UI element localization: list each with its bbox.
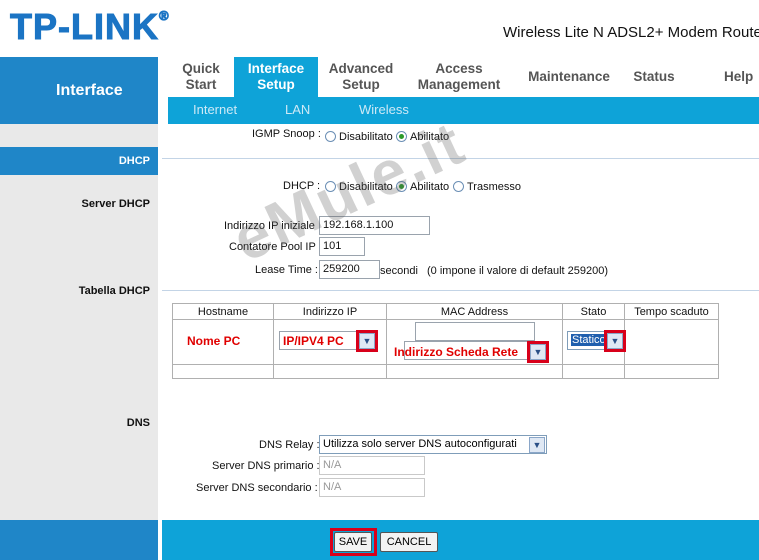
table-cell-expire [624, 319, 719, 365]
tab-advanced-setup[interactable]: Advanced Setup [318, 57, 404, 97]
radio-icon[interactable] [325, 131, 336, 142]
tab-label: Quick Start [182, 61, 220, 92]
tab-help[interactable]: Help [724, 57, 759, 97]
table-header-hostname: Hostname [172, 303, 274, 320]
tab-access-management[interactable]: Access Management [404, 57, 514, 97]
footer-bar [162, 520, 759, 560]
left-sidebar [0, 124, 158, 520]
tp-link-logo: TP-LINK® [10, 6, 170, 48]
mac-address-input[interactable] [415, 322, 535, 341]
footer-left [0, 520, 158, 560]
hostname-hint: Nome PC [187, 334, 241, 348]
registered-mark: ® [158, 8, 170, 24]
lease-time-hint: (0 impone il valore di default 259200) [427, 265, 609, 277]
tab-label: Interface Setup [247, 61, 305, 92]
section-label-dns: DNS [126, 417, 150, 429]
lease-time-input[interactable]: 259200 [319, 260, 380, 279]
section-label-tabella-dhcp: Tabella DHCP [78, 285, 150, 297]
cancel-button[interactable]: CANCEL [380, 532, 438, 552]
highlight-box [604, 330, 626, 352]
lease-time-unit: secondi [380, 265, 418, 277]
tab-label: Status [633, 69, 675, 84]
tab-status[interactable]: Status [624, 57, 684, 97]
router-model-name: Wireless Lite N ADSL2+ Modem Router [503, 24, 759, 41]
dns-secondary-input[interactable]: N/A [319, 478, 425, 497]
tab-interface-setup[interactable]: Interface Setup [234, 57, 318, 97]
tab-label: Maintenance [528, 69, 610, 84]
table-row-empty [172, 364, 274, 379]
divider [162, 290, 759, 291]
chevron-down-icon[interactable]: ▼ [529, 437, 545, 453]
table-header-stato: Stato [562, 303, 625, 320]
tab-label: Help [724, 69, 754, 84]
radio-icon[interactable] [453, 181, 464, 192]
nav-section-title: Interface [0, 57, 158, 124]
dns-secondary-label: Server DNS secondario : [196, 482, 318, 494]
table-header-expire: Tempo scaduto [624, 303, 719, 320]
sidebar-item-dhcp[interactable]: DHCP [0, 147, 158, 175]
dns-primary-input[interactable]: N/A [319, 456, 425, 475]
tab-label: Access Management [417, 61, 501, 92]
dns-relay-label: DNS Relay : [259, 439, 320, 451]
table-header-ip: Indirizzo IP [273, 303, 387, 320]
sub-nav-bar [168, 97, 759, 124]
mac-address-select[interactable]: Indirizzo Scheda Rete [394, 341, 547, 360]
dhcp-option-relay[interactable]: Trasmesso [453, 181, 521, 193]
highlight-box [527, 341, 549, 363]
subtab-lan[interactable]: LAN [285, 102, 310, 117]
tab-maintenance[interactable]: Maintenance [514, 57, 624, 97]
dns-relay-select[interactable]: Utilizza solo server DNS autoconfigurati [319, 435, 547, 454]
tab-label: Advanced Setup [328, 61, 394, 92]
igmp-snoop-label: IGMP Snoop : [252, 128, 321, 140]
highlight-box [356, 330, 378, 352]
subtab-wireless[interactable]: Wireless [359, 102, 409, 117]
highlight-box [330, 528, 377, 556]
table-header-mac: MAC Address [386, 303, 563, 320]
dns-primary-label: Server DNS primario : [212, 460, 320, 472]
tab-quick-start[interactable]: Quick Start [168, 57, 234, 97]
subtab-internet[interactable]: Internet [193, 102, 237, 117]
section-label-server-dhcp: Server DHCP [81, 198, 150, 210]
